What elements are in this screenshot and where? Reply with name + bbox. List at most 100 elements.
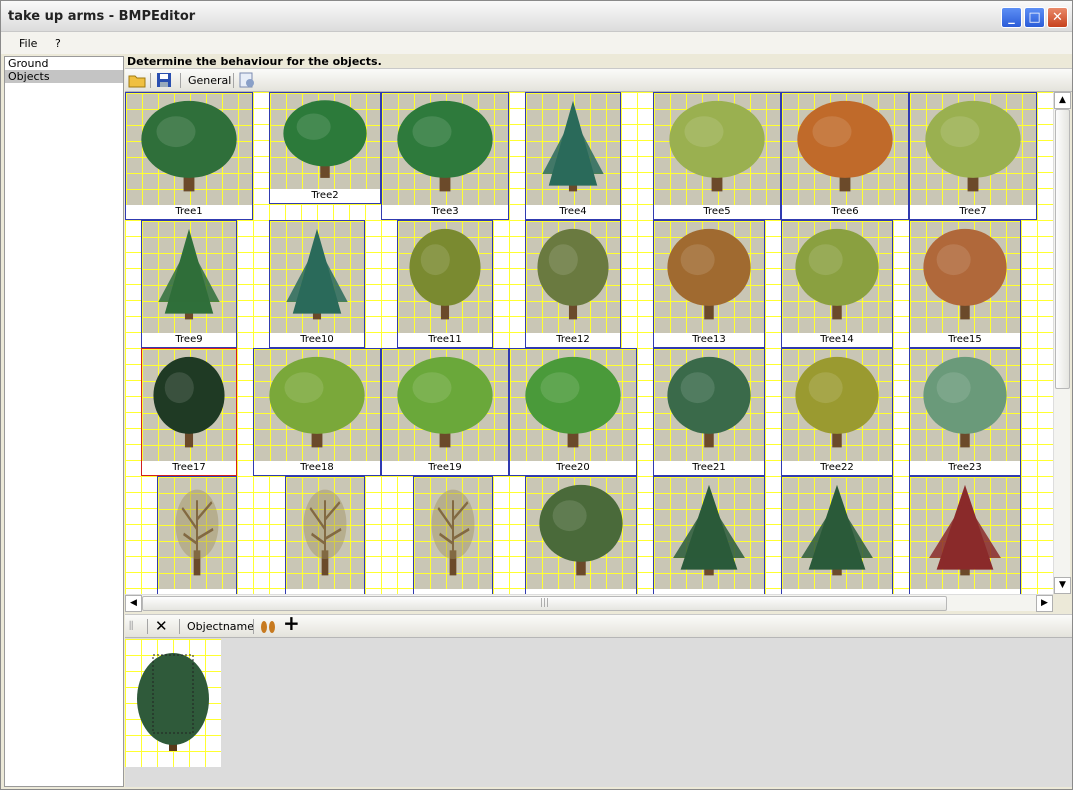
object-tile[interactable]: Tree12 (525, 220, 621, 348)
tile-art (654, 349, 764, 461)
general-button[interactable]: General (188, 72, 231, 89)
save-icon[interactable] (156, 72, 172, 89)
object-tile[interactable]: Tree4 (525, 92, 621, 220)
object-tile[interactable]: Tree23 (909, 348, 1021, 476)
close-button[interactable]: ✕ (1047, 7, 1068, 28)
object-tile[interactable]: Tree22 (781, 348, 893, 476)
object-preview (125, 639, 221, 767)
toolbar-separator (179, 619, 180, 634)
preview-tree-image (137, 653, 209, 751)
horizontal-scrollbar[interactable]: ◀ ||| ▶ (125, 594, 1053, 612)
footprints-icon[interactable] (259, 618, 277, 635)
properties-icon[interactable] (239, 72, 255, 89)
tree-image (141, 101, 237, 192)
open-folder-icon[interactable] (128, 72, 146, 89)
tile-label: Tree9 (142, 333, 236, 347)
toolbar-separator (233, 73, 234, 88)
scroll-thumb[interactable] (1055, 109, 1070, 389)
tile-art (526, 477, 636, 589)
tile-art (654, 221, 764, 333)
tree-image (669, 101, 765, 192)
tile-art (782, 221, 892, 333)
tree-image (175, 490, 219, 576)
object-tile[interactable]: Tree17 (141, 348, 237, 476)
object-tile[interactable]: Tree5 (653, 92, 781, 220)
object-tile[interactable] (285, 476, 365, 594)
object-tile[interactable] (525, 476, 637, 594)
tile-label: Tree21 (654, 461, 764, 475)
object-tile[interactable]: Tree6 (781, 92, 909, 220)
object-tile[interactable]: Tree11 (397, 220, 493, 348)
object-tile[interactable] (653, 476, 765, 594)
object-tile[interactable]: Tree1 (125, 92, 253, 220)
tile-art (910, 477, 1020, 589)
menu-help[interactable]: ? (55, 37, 61, 50)
tree-image (409, 229, 481, 320)
object-tile[interactable]: Tree15 (909, 220, 1021, 348)
menu-file[interactable]: File (19, 37, 37, 50)
object-tile[interactable]: Tree19 (381, 348, 509, 476)
attach-icon[interactable]: 𝍪 (129, 618, 133, 635)
object-tile[interactable]: Tree21 (653, 348, 765, 476)
tile-art (270, 221, 364, 333)
object-tile[interactable] (157, 476, 237, 594)
tile-art (782, 477, 892, 589)
object-tile[interactable]: Tree20 (509, 348, 637, 476)
tree-image (158, 229, 220, 320)
tile-art (254, 349, 380, 461)
tile-art (526, 93, 620, 205)
tree-image (397, 101, 493, 192)
tile-art (910, 349, 1020, 461)
tile-art (526, 221, 620, 333)
object-tile[interactable]: Tree9 (141, 220, 237, 348)
tree-image (303, 490, 347, 576)
objectname-button[interactable]: Objectname (187, 618, 254, 635)
toolbar-separator (253, 619, 254, 634)
object-tile[interactable]: Tree7 (909, 92, 1037, 220)
tree-image (525, 357, 621, 448)
scroll-left-button[interactable]: ◀ (125, 595, 142, 612)
minimize-button[interactable]: _ (1001, 7, 1022, 28)
tile-label: Tree17 (142, 461, 236, 475)
tile-label: Tree6 (782, 205, 908, 219)
tile-art (270, 93, 380, 189)
object-tile[interactable]: Tree2 (269, 92, 381, 204)
tile-label: Tree10 (270, 333, 364, 347)
object-tile[interactable]: Tree18 (253, 348, 381, 476)
tile-label: Tree2 (270, 189, 380, 203)
delete-icon[interactable]: ✕ (155, 618, 168, 635)
tile-art (382, 93, 508, 205)
vertical-scrollbar[interactable]: ▲ ▼ (1053, 92, 1071, 594)
title-bar[interactable]: take up arms - BMPEditor _ □ ✕ (1, 1, 1072, 32)
object-grid[interactable]: Tree1 Tree2 Tree3 Tree4 Tree5 Tree6 Tree7 Tree9… (125, 92, 1053, 594)
object-tile[interactable]: Tree14 (781, 220, 893, 348)
add-icon[interactable]: + (283, 613, 300, 633)
object-tile[interactable]: Tree3 (381, 92, 509, 220)
tree-image (269, 357, 365, 448)
layer-item-ground[interactable]: Ground (5, 57, 123, 70)
tile-art (910, 221, 1020, 333)
tile-art (126, 93, 252, 205)
object-tile[interactable] (781, 476, 893, 594)
object-tile[interactable]: Tree10 (269, 220, 365, 348)
hscroll-thumb[interactable]: ||| (142, 596, 947, 611)
tile-art (510, 349, 636, 461)
tree-image (153, 357, 225, 448)
object-tile[interactable] (413, 476, 493, 594)
tile-label: Tree12 (526, 333, 620, 347)
tile-label: Tree7 (910, 205, 1036, 219)
scroll-right-button[interactable]: ▶ (1036, 595, 1053, 612)
tree-image (795, 229, 879, 320)
tree-image (673, 485, 745, 576)
layer-item-objects[interactable]: Objects (5, 70, 123, 83)
tile-label: Tree1 (126, 205, 252, 219)
tile-art (398, 221, 492, 333)
maximize-button[interactable]: □ (1024, 7, 1045, 28)
scroll-down-button[interactable]: ▼ (1054, 577, 1071, 594)
tile-art (782, 349, 892, 461)
scroll-up-button[interactable]: ▲ (1054, 92, 1071, 109)
object-tile[interactable]: Tree13 (653, 220, 765, 348)
tile-art (654, 93, 780, 205)
object-tile[interactable] (909, 476, 1021, 594)
toolbar-separator (147, 619, 148, 634)
